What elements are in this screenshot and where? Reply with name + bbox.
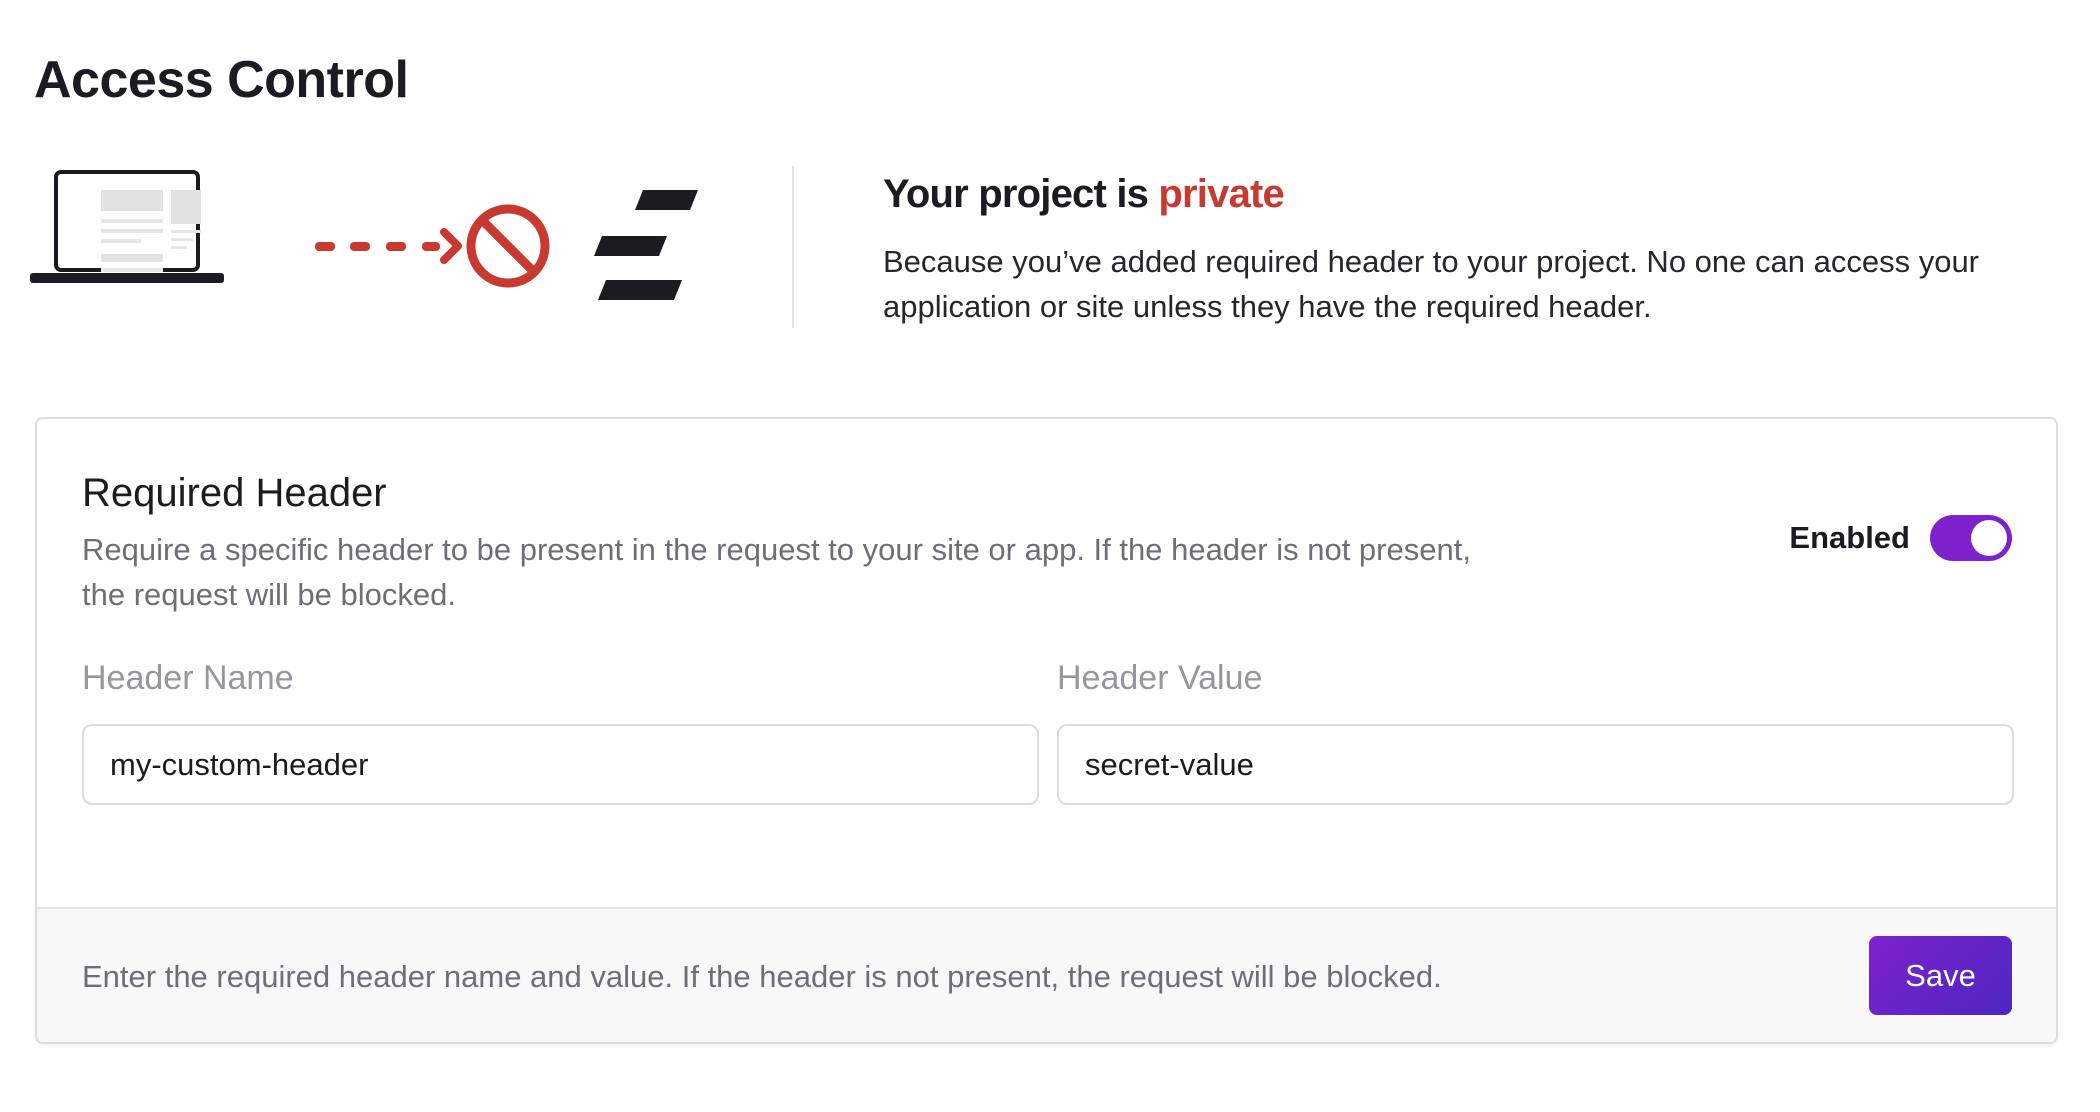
blocked-icon — [466, 204, 550, 288]
privacy-status: Your project is private Because you’ve a… — [883, 172, 2033, 329]
header-name-input[interactable] — [82, 724, 1039, 805]
header-value-input[interactable] — [1057, 724, 2014, 805]
page-title: Access Control — [34, 51, 409, 109]
enabled-toggle-group: Enabled — [1789, 515, 2012, 561]
header-value-label: Header Value — [1057, 659, 1263, 697]
logo-icon — [594, 190, 698, 300]
card-footer: Enter the required header name and value… — [37, 907, 2056, 1042]
enabled-toggle-label: Enabled — [1789, 520, 1910, 555]
toggle-knob — [1971, 520, 2007, 556]
footer-help-text: Enter the required header name and value… — [82, 959, 1442, 994]
access-illustration — [30, 160, 710, 330]
section-divider — [792, 166, 794, 328]
privacy-status-description: Because you’ve added required header to … — [883, 244, 1980, 324]
laptop-icon — [30, 170, 224, 283]
access-illustration-graphic — [30, 170, 698, 300]
save-button[interactable]: Save — [1869, 936, 2012, 1015]
privacy-status-title: Your project is private — [883, 172, 2033, 217]
privacy-status-highlight: private — [1158, 172, 1284, 216]
card-description: Require a specific header to be present … — [82, 532, 1471, 612]
dashed-arrow-icon — [315, 228, 462, 264]
card-title: Required Header — [82, 471, 387, 515]
privacy-status-prefix: Your project is — [883, 172, 1159, 216]
header-name-label: Header Name — [82, 659, 294, 697]
required-header-card: Required Header Require a specific heade… — [35, 417, 2058, 1044]
enabled-toggle[interactable] — [1930, 515, 2012, 561]
